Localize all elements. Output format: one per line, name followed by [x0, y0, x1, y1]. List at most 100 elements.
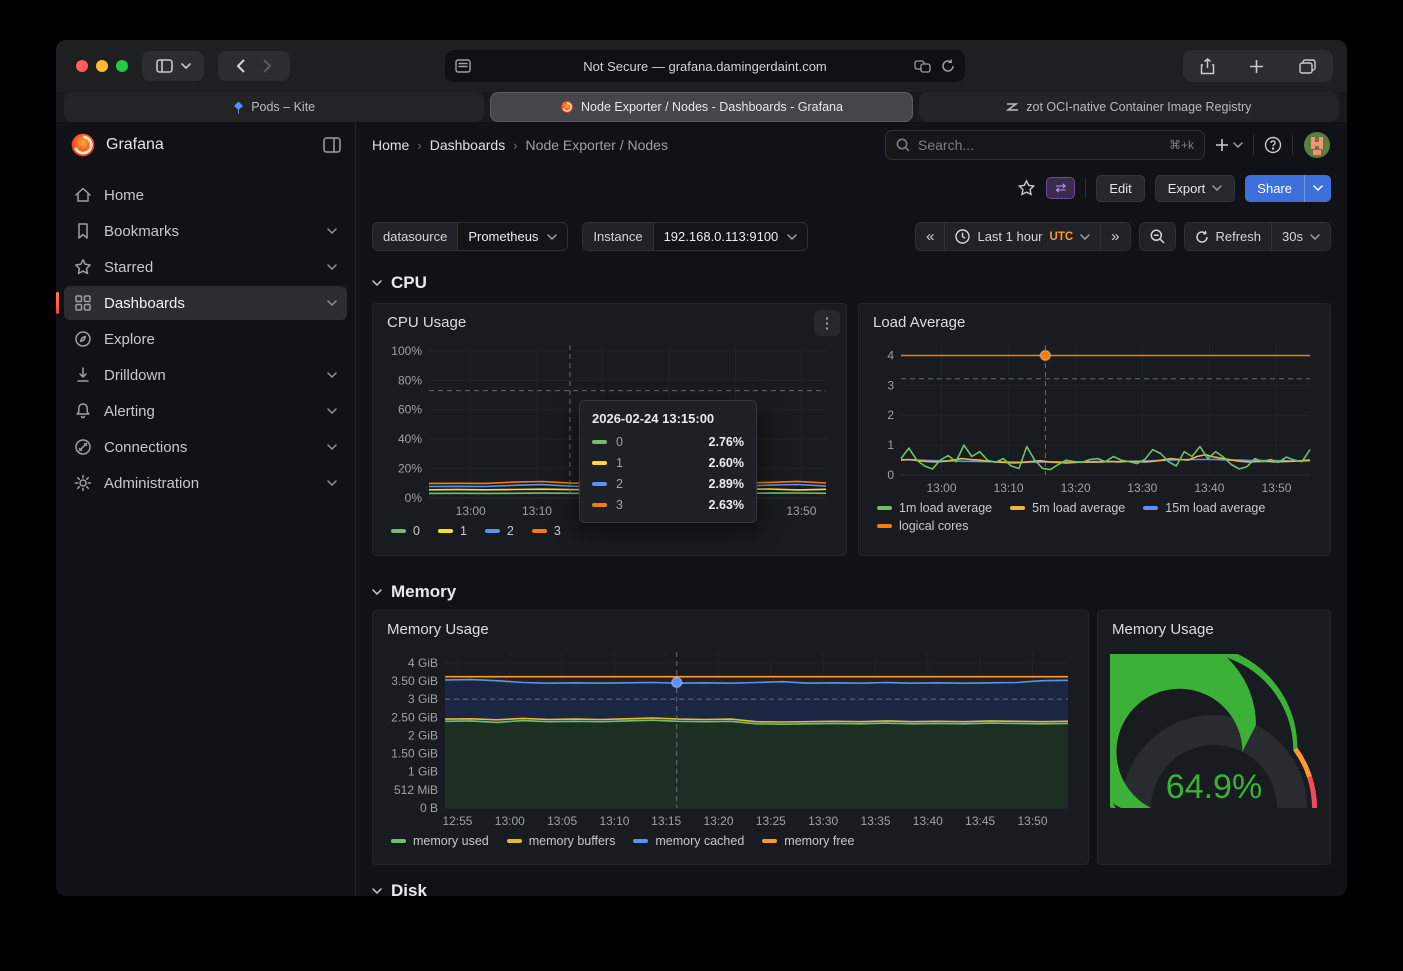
share-page-icon[interactable] — [1200, 58, 1215, 75]
sidebar-item-home[interactable]: Home — [64, 178, 347, 212]
refresh-button[interactable]: Refresh — [1185, 223, 1272, 250]
sidebar-item-connections[interactable]: Connections — [64, 430, 347, 464]
panel-title[interactable]: Memory Usage — [1112, 621, 1318, 638]
favorite-star-icon[interactable] — [1017, 179, 1036, 197]
time-range-picker[interactable]: Last 1 hour UTC — [944, 223, 1100, 250]
divider — [1085, 178, 1086, 198]
avatar[interactable] — [1303, 131, 1331, 159]
memory-usage-chart[interactable]: 12:5513:0013:0513:1013:1513:2013:2513:30… — [385, 644, 1076, 830]
sidebar-toggle-button[interactable] — [142, 51, 204, 81]
section-header-memory[interactable]: Memory — [372, 582, 1331, 602]
minimize-window-button[interactable] — [96, 60, 108, 72]
svg-text:80%: 80% — [398, 373, 422, 387]
time-shift-forward-button[interactable]: » — [1100, 223, 1129, 250]
dashboards-grid-icon — [74, 294, 92, 312]
load-average-chart[interactable]: 13:0013:1013:2013:3013:4013:5001234 — [871, 337, 1318, 497]
chevron-down-icon — [327, 444, 337, 450]
sidebar-item-dashboards[interactable]: Dashboards — [64, 286, 347, 320]
export-button[interactable]: Export — [1155, 175, 1236, 202]
sidebar-item-starred[interactable]: Starred — [64, 250, 347, 284]
tab-zot-registry[interactable]: zot OCI-native Container Image Registry — [919, 92, 1339, 122]
datasource-picker[interactable]: datasource Prometheus — [372, 222, 568, 251]
zoom-out-button[interactable] — [1140, 223, 1175, 250]
tooltip-rows: 02.76%12.60%22.89%32.63% — [580, 433, 756, 522]
grafana-brand[interactable]: Grafana — [56, 122, 355, 168]
shared-dashboard-button[interactable]: ⇄ — [1046, 177, 1075, 199]
edit-button[interactable]: Edit — [1096, 175, 1144, 202]
toolbar-right-cluster — [1183, 50, 1333, 82]
chevron-down-icon — [327, 372, 337, 378]
new-tab-icon[interactable] — [1249, 59, 1264, 74]
time-shift-back-button[interactable]: « — [916, 223, 944, 250]
drilldown-icon — [74, 366, 92, 384]
sidebar-item-drilldown[interactable]: Drilldown — [64, 358, 347, 392]
panel-title[interactable]: CPU Usage — [387, 314, 834, 331]
breadcrumb-home[interactable]: Home — [372, 137, 409, 153]
close-window-button[interactable] — [76, 60, 88, 72]
svg-text:3.50 GiB: 3.50 GiB — [391, 674, 438, 688]
timezone-label: UTC — [1050, 231, 1074, 243]
legend-item[interactable]: 15m load average — [1143, 501, 1265, 515]
legend-item[interactable]: memory buffers — [507, 834, 616, 848]
instance-label: Instance — [583, 223, 653, 250]
section-header-cpu[interactable]: CPU — [372, 273, 1331, 293]
address-bar[interactable]: Not Secure — grafana.damingerdaint.com — [445, 50, 965, 82]
svg-text:13:15: 13:15 — [651, 814, 681, 828]
dock-menu-icon[interactable] — [323, 137, 341, 153]
legend-item[interactable]: 2 — [485, 524, 514, 538]
tab-pods-kite[interactable]: Pods – Kite — [64, 92, 484, 122]
instance-value: 192.168.0.113:9100 — [664, 229, 779, 244]
forward-icon[interactable] — [263, 59, 272, 73]
grafana-logo — [70, 132, 96, 158]
load-average-legend[interactable]: 1m load average 5m load average 15m load a… — [871, 497, 1318, 533]
dashboard-scroll-area[interactable]: datasource Prometheus Instance 192.168.0… — [356, 208, 1347, 896]
svg-text:60%: 60% — [398, 403, 422, 417]
url-text: Not Secure — grafana.damingerdaint.com — [445, 59, 965, 74]
legend-item[interactable]: 3 — [532, 524, 561, 538]
legend-item[interactable]: memory cached — [633, 834, 744, 848]
legend-item[interactable]: 1 — [438, 524, 467, 538]
memory-usage-gauge[interactable]: 64.9% — [1110, 654, 1318, 826]
tab-overview-icon[interactable] — [1299, 59, 1316, 74]
chevron-down-icon — [327, 480, 337, 486]
legend-item[interactable]: 0 — [391, 524, 420, 538]
svg-text:13:00: 13:00 — [495, 814, 525, 828]
chevron-down-icon — [372, 280, 382, 286]
svg-text:1: 1 — [887, 438, 894, 452]
tab-grafana[interactable]: Node Exporter / Nodes - Dashboards - Gra… — [490, 92, 912, 122]
zoom-window-button[interactable] — [116, 60, 128, 72]
svg-text:13:30: 13:30 — [808, 814, 838, 828]
share-button-group: Share — [1245, 175, 1331, 202]
share-button[interactable]: Share — [1245, 175, 1304, 202]
legend-item[interactable]: memory used — [391, 834, 489, 848]
sidebar-item-administration[interactable]: Administration — [64, 466, 347, 500]
refresh-label: Refresh — [1216, 229, 1262, 244]
legend-item[interactable]: memory free — [762, 834, 854, 848]
sidebar-item-alerting[interactable]: Alerting — [64, 394, 347, 428]
sidebar-icon — [156, 59, 173, 73]
svg-text:13:25: 13:25 — [756, 814, 786, 828]
search-input[interactable]: Search... ⌘+k — [885, 130, 1205, 160]
grafana-app: Grafana Home Bookmarks Starred — [56, 122, 1347, 896]
brand-title: Grafana — [106, 136, 313, 154]
grafana-favicon — [560, 100, 574, 114]
legend-item[interactable]: 5m load average — [1010, 501, 1125, 515]
back-icon[interactable] — [236, 59, 245, 73]
sidebar-item-explore[interactable]: Explore — [64, 322, 347, 356]
legend-item[interactable]: 1m load average — [877, 501, 992, 515]
section-header-disk[interactable]: Disk — [372, 881, 1331, 896]
svg-text:13:45: 13:45 — [965, 814, 995, 828]
instance-picker[interactable]: Instance 192.168.0.113:9100 — [582, 222, 808, 251]
panel-title[interactable]: Memory Usage — [387, 621, 1076, 638]
sidebar-item-bookmarks[interactable]: Bookmarks — [64, 214, 347, 248]
new-button[interactable] — [1215, 138, 1243, 152]
panel-menu-button[interactable]: ⋮ — [814, 310, 840, 336]
refresh-interval-picker[interactable]: 30s — [1271, 223, 1330, 250]
memory-usage-legend[interactable]: memory used memory buffers memory cached me… — [385, 830, 1076, 848]
dashboard-toolbar: ⇄ Edit Export Share — [356, 168, 1347, 208]
legend-item[interactable]: logical cores — [877, 519, 968, 533]
breadcrumb-dashboards[interactable]: Dashboards — [430, 137, 506, 153]
help-button[interactable] — [1264, 136, 1282, 154]
panel-title[interactable]: Load Average — [873, 314, 1318, 331]
share-dropdown-button[interactable] — [1304, 175, 1331, 202]
